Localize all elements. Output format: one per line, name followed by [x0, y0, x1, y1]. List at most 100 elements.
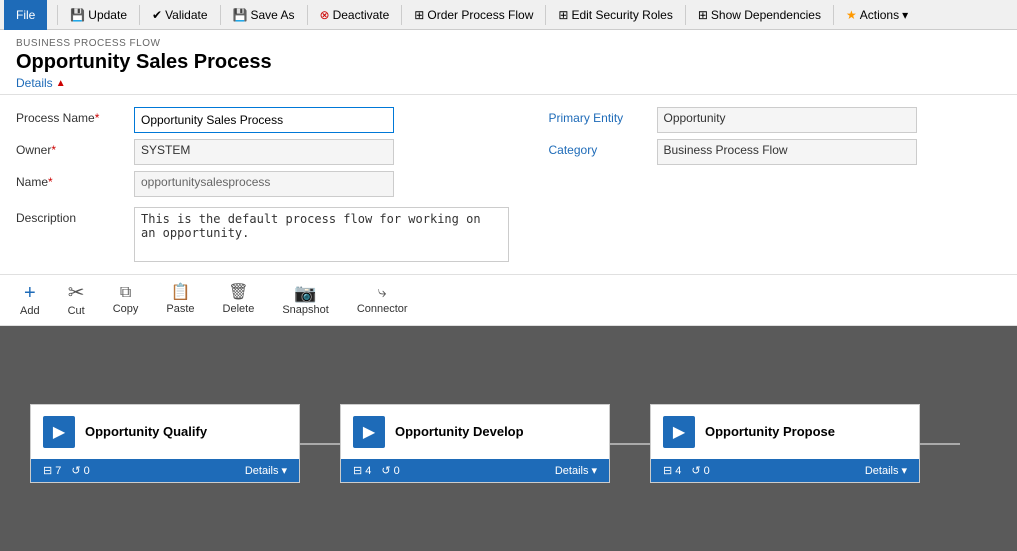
details-chevron-icon-1: ▾ — [591, 464, 597, 477]
loop-count-badge-1: ↺ 0 — [381, 464, 399, 477]
details-link[interactable]: Details ▲ — [16, 76, 1001, 90]
stage-header-0: ▶ Opportunity Qualify — [31, 405, 299, 459]
loop-icon-2: ↺ — [691, 464, 700, 477]
stage-header-1: ▶ Opportunity Develop — [341, 405, 609, 459]
dependencies-icon: ⊞ — [698, 8, 708, 22]
owner-label: Owner* — [16, 139, 126, 157]
form-section: Process Name* Owner* SYSTEM Name* opport… — [0, 95, 1017, 275]
details-chevron-icon-0: ▾ — [281, 464, 287, 477]
update-button[interactable]: 💾 Update — [62, 2, 135, 28]
description-label: Description — [16, 207, 126, 225]
stage-card-1[interactable]: ▶ Opportunity Develop ⊟ 4 ↺ 0 Details ▾ — [340, 404, 610, 483]
stage-icon-2: ▶ — [663, 416, 695, 448]
step-count-icon-1: ⊟ — [353, 464, 362, 477]
description-row: Description This is the default process … — [16, 207, 509, 262]
add-button[interactable]: + Add — [16, 281, 44, 319]
stage-footer-left-2: ⊟ 4 ↺ 0 — [663, 464, 710, 477]
stage-footer-0: ⊟ 7 ↺ 0 Details ▾ — [31, 459, 299, 482]
cut-button[interactable]: ✂ Cut — [64, 281, 89, 319]
actions-star-icon: ★ — [846, 8, 857, 22]
security-icon: ⊞ — [558, 8, 568, 22]
edit-security-roles-button[interactable]: ⊞ Edit Security Roles — [550, 2, 680, 28]
category-label: Category — [549, 139, 649, 157]
details-dropdown-1[interactable]: Details ▾ — [555, 464, 597, 477]
owner-row: Owner* SYSTEM — [16, 139, 509, 165]
primary-entity-label: Primary Entity — [549, 107, 649, 125]
update-icon: 💾 — [70, 8, 85, 22]
stage-footer-left-0: ⊟ 7 ↺ 0 — [43, 464, 90, 477]
separator-8 — [833, 5, 834, 25]
step-count-icon-2: ⊟ — [663, 464, 672, 477]
name-label: Name* — [16, 171, 126, 189]
form-left: Process Name* Owner* SYSTEM Name* opport… — [16, 107, 509, 262]
connector-button[interactable]: ⤷ Connector — [353, 283, 412, 317]
connector-line-2 — [610, 443, 650, 445]
actions-button[interactable]: ★ Actions ▾ — [838, 2, 916, 28]
form-area: BUSINESS PROCESS FLOW Opportunity Sales … — [0, 30, 1017, 326]
deactivate-button[interactable]: ⊗ Deactivate — [312, 2, 398, 28]
order-process-flow-button[interactable]: ⊞ Order Process Flow — [406, 2, 541, 28]
order-icon: ⊞ — [414, 8, 424, 22]
separator-6 — [545, 5, 546, 25]
main-toolbar: File 💾 Update ✔ Validate 💾 Save As ⊗ Dea… — [0, 0, 1017, 30]
process-name-input[interactable] — [134, 107, 394, 133]
loop-icon-1: ↺ — [381, 464, 390, 477]
page-title: Opportunity Sales Process — [16, 51, 1001, 74]
details-dropdown-0[interactable]: Details ▾ — [245, 464, 287, 477]
delete-icon: 🗑 — [228, 285, 248, 301]
separator-5 — [401, 5, 402, 25]
step-count-badge-1: ⊟ 4 — [353, 464, 371, 477]
primary-entity-value: Opportunity — [657, 107, 917, 133]
actions-chevron-icon: ▾ — [902, 8, 908, 22]
stage-title-1: Opportunity Develop — [395, 424, 524, 441]
stage-card-2[interactable]: ▶ Opportunity Propose ⊟ 4 ↺ 0 Details ▾ — [650, 404, 920, 483]
stage-icon-0: ▶ — [43, 416, 75, 448]
separator-3 — [220, 5, 221, 25]
separator-4 — [307, 5, 308, 25]
stage-title-0: Opportunity Qualify — [85, 424, 207, 441]
details-dropdown-2[interactable]: Details ▾ — [865, 464, 907, 477]
separator-2 — [139, 5, 140, 25]
loop-count-badge-0: ↺ 0 — [71, 464, 89, 477]
stage-footer-1: ⊟ 4 ↺ 0 Details ▾ — [341, 459, 609, 482]
form-right: Primary Entity Opportunity Category Busi… — [509, 107, 1002, 262]
show-dependencies-button[interactable]: ⊞ Show Dependencies — [690, 2, 829, 28]
stage-header-2: ▶ Opportunity Propose — [651, 405, 919, 459]
stage-card-0[interactable]: ▶ Opportunity Qualify ⊟ 7 ↺ 0 Details ▾ — [30, 404, 300, 483]
separator-1 — [57, 5, 58, 25]
action-toolbar: + Add ✂ Cut ⧉ Copy 📋 Paste 🗑 Delete 📷 S — [0, 275, 1017, 326]
paste-button[interactable]: 📋 Paste — [162, 283, 198, 317]
main-content: BUSINESS PROCESS FLOW Opportunity Sales … — [0, 30, 1017, 551]
loop-count-badge-2: ↺ 0 — [691, 464, 709, 477]
file-button[interactable]: File — [4, 0, 47, 30]
primary-entity-row: Primary Entity Opportunity — [549, 107, 1002, 133]
stage-footer-2: ⊟ 4 ↺ 0 Details ▾ — [651, 459, 919, 482]
add-icon: + — [24, 283, 36, 303]
step-count-badge-2: ⊟ 4 — [663, 464, 681, 477]
snapshot-icon: 📷 — [294, 284, 316, 302]
connector-icon: ⤷ — [378, 285, 387, 301]
details-caret-icon: ▲ — [56, 78, 66, 89]
snapshot-button[interactable]: 📷 Snapshot — [278, 282, 332, 318]
connector-line-1 — [300, 443, 340, 445]
validate-button[interactable]: ✔ Validate — [144, 2, 216, 28]
description-input[interactable]: This is the default process flow for wor… — [134, 207, 509, 262]
paste-icon: 📋 — [171, 285, 191, 301]
copy-icon: ⧉ — [120, 285, 131, 301]
step-count-badge-0: ⊟ 7 — [43, 464, 61, 477]
stage-title-2: Opportunity Propose — [705, 424, 835, 441]
canvas-area: ▶ Opportunity Qualify ⊟ 7 ↺ 0 Details ▾ — [0, 326, 1017, 551]
separator-7 — [685, 5, 686, 25]
stage-icon-1: ▶ — [353, 416, 385, 448]
connector-line-3 — [920, 443, 960, 445]
category-value: Business Process Flow — [657, 139, 917, 165]
delete-button[interactable]: 🗑 Delete — [219, 283, 259, 317]
breadcrumb: BUSINESS PROCESS FLOW — [16, 38, 1001, 49]
category-row: Category Business Process Flow — [549, 139, 1002, 165]
cut-icon: ✂ — [68, 283, 85, 303]
details-chevron-icon-2: ▾ — [901, 464, 907, 477]
save-as-button[interactable]: 💾 Save As — [225, 2, 303, 28]
step-count-icon-0: ⊟ — [43, 464, 52, 477]
copy-button[interactable]: ⧉ Copy — [109, 283, 143, 317]
owner-value: SYSTEM — [134, 139, 394, 165]
